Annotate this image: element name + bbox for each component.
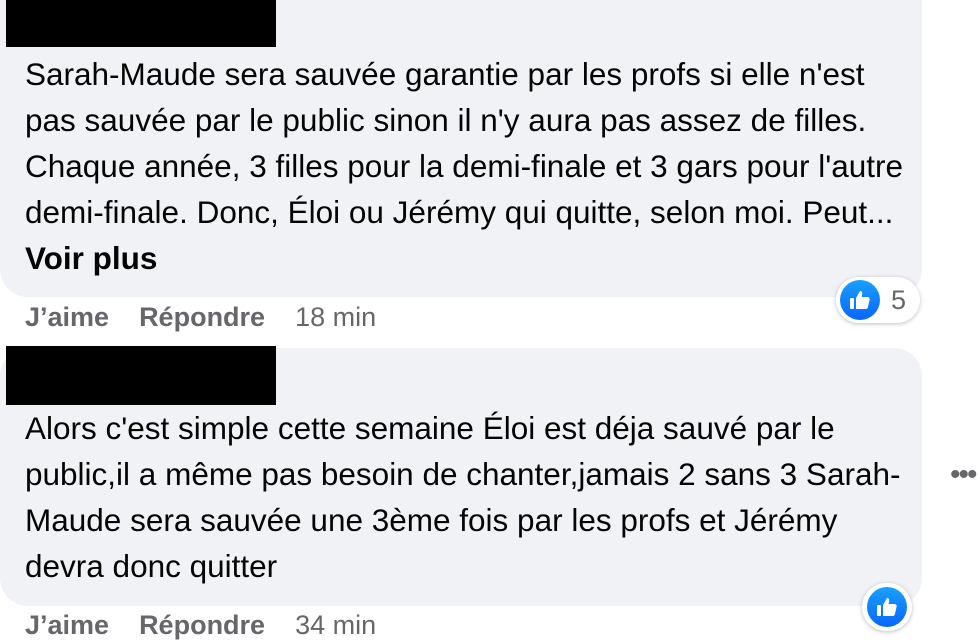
- comment-actions: J’aime Répondre 18 min: [25, 302, 406, 333]
- reaction-summary[interactable]: 5: [836, 277, 920, 323]
- more-options-icon[interactable]: •••: [950, 458, 977, 492]
- thumbs-up-icon: [840, 280, 880, 320]
- redacted-author-name: [6, 346, 276, 405]
- like-button[interactable]: J’aime: [25, 302, 109, 332]
- see-more-link[interactable]: Voir plus: [25, 240, 157, 276]
- reply-button[interactable]: Répondre: [139, 610, 265, 640]
- comment-text: Sarah-Maude sera sauvée garantie par les…: [25, 56, 904, 276]
- reaction-summary[interactable]: [862, 583, 912, 631]
- reply-button[interactable]: Répondre: [139, 302, 265, 332]
- redacted-author-name: [6, 0, 276, 47]
- like-button[interactable]: J’aime: [25, 610, 109, 640]
- comment-actions: J’aime Répondre 34 min: [25, 610, 406, 641]
- timestamp[interactable]: 18 min: [295, 302, 376, 332]
- thumbs-up-icon: [867, 587, 907, 627]
- comment-text: Alors c'est simple cette semaine Éloi es…: [25, 410, 901, 584]
- timestamp[interactable]: 34 min: [295, 610, 376, 640]
- reaction-count: 5: [891, 285, 907, 315]
